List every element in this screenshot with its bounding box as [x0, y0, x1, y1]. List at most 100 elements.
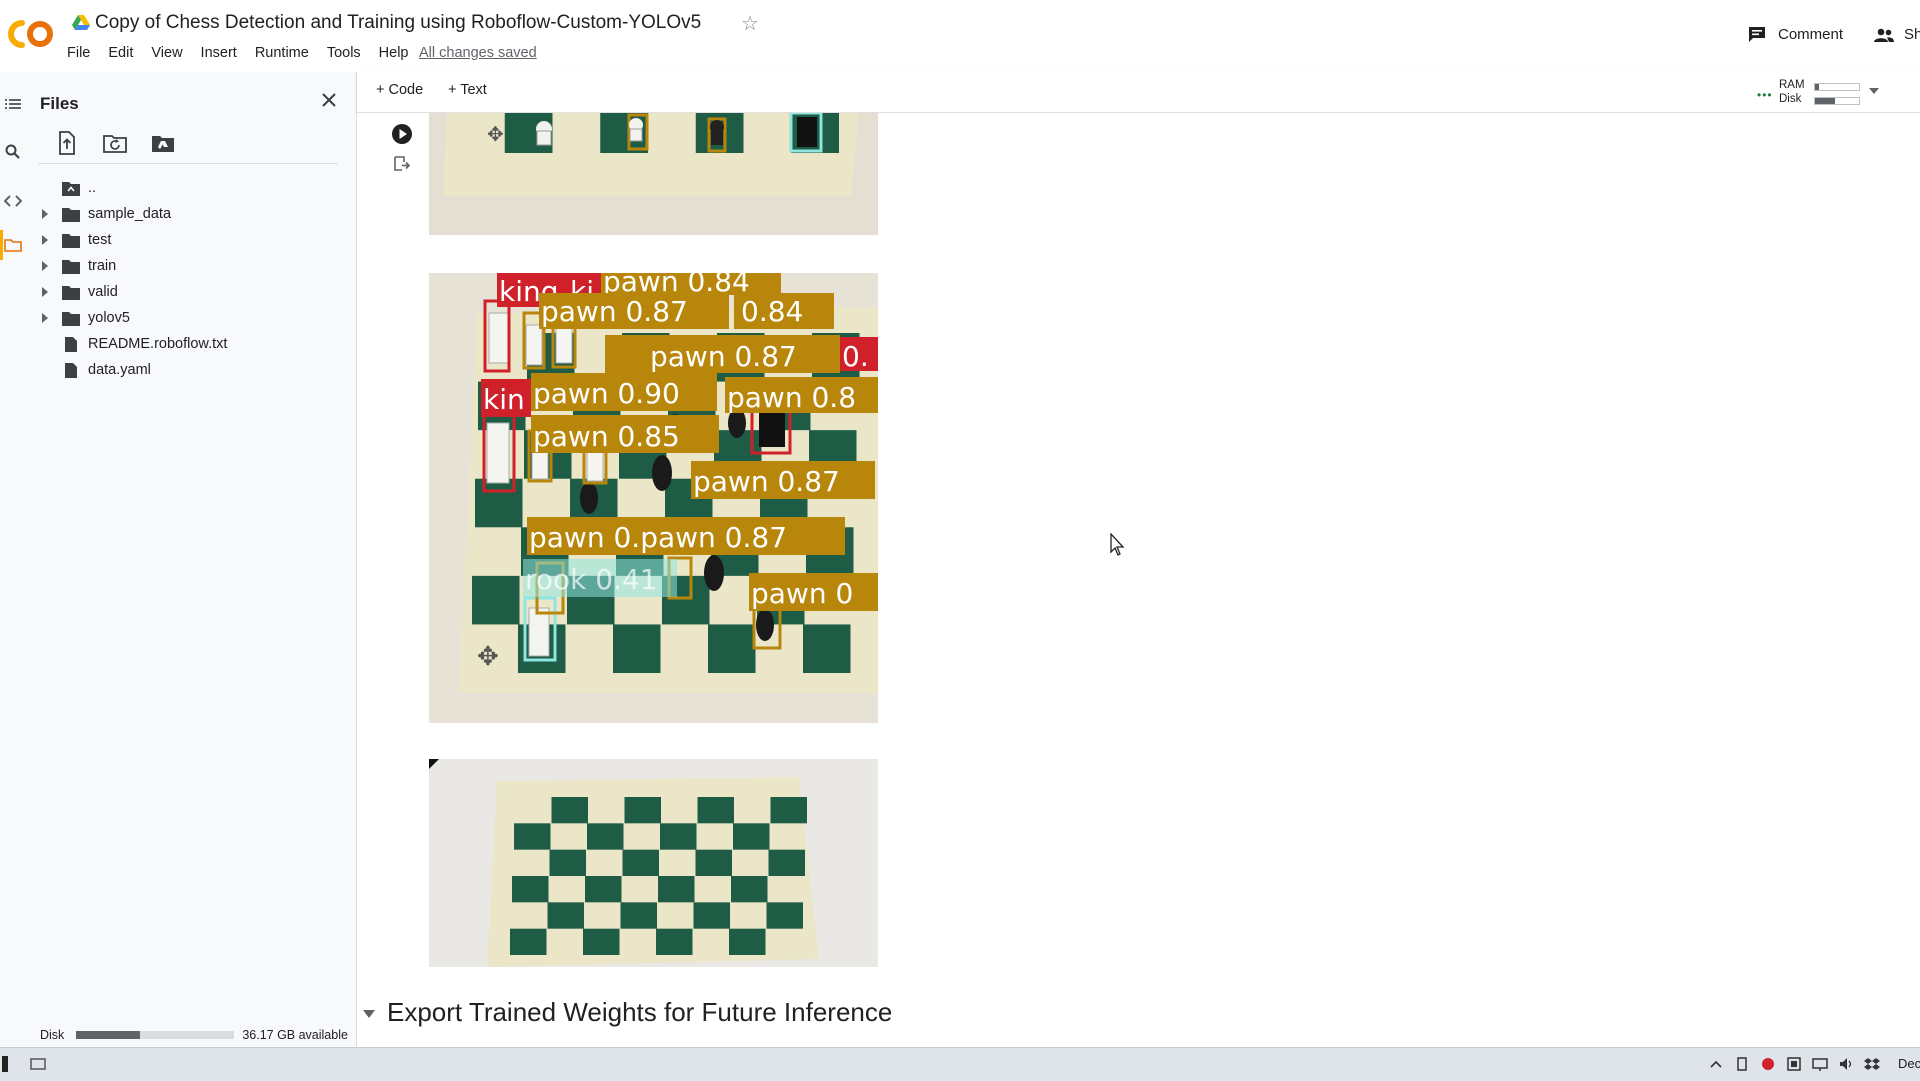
file-tree-item[interactable]: test [36, 228, 336, 254]
board-square [697, 797, 734, 824]
detection-label-pawn: pawn 0.87 [650, 340, 797, 373]
tray-window-icon[interactable] [1786, 1056, 1802, 1072]
file-name: sample_data [88, 206, 172, 222]
detection-label-pawn: pawn 0.85 [533, 420, 680, 453]
disk-resource-bar [1814, 97, 1860, 105]
folder-icon [62, 208, 80, 222]
files-panel-title: Files [40, 94, 79, 113]
menu-file[interactable]: File [67, 45, 90, 61]
output-image-empty-board [429, 759, 878, 967]
expand-arrow-icon[interactable] [42, 209, 48, 219]
menu-runtime[interactable]: Runtime [255, 45, 309, 61]
menu-edit[interactable]: Edit [108, 45, 133, 61]
board-square [587, 823, 624, 850]
menu-view[interactable]: View [151, 45, 182, 61]
files-toolbar-divider [38, 163, 338, 164]
files-toolbar [54, 130, 198, 156]
board-square [729, 928, 766, 955]
detection-label-pawn: pawn 0.8 [727, 381, 856, 414]
board-square [660, 823, 697, 850]
move-arrows-icon: ✥ [477, 642, 499, 672]
star-icon[interactable]: ☆ [741, 11, 759, 36]
detection-label-king: 0. [842, 340, 869, 373]
refresh-folder-icon[interactable] [102, 130, 128, 156]
menu-insert[interactable]: Insert [201, 45, 237, 61]
ram-bar [1814, 83, 1860, 91]
notebook-content: ✥ king ki pawn 0.84 pawn 0.87 0.84 pawn … [357, 113, 1920, 1047]
board-square [622, 849, 659, 876]
file-tree-item[interactable]: .. [36, 176, 336, 202]
dropbox-icon[interactable] [1864, 1056, 1880, 1072]
detection-label-rook: rook 0.41 [525, 563, 658, 596]
menu-tools[interactable]: Tools [327, 45, 361, 61]
board-square [624, 797, 661, 824]
files-panel: Files .. sample_datatest train valid yolov5 R… [26, 72, 357, 1047]
close-icon[interactable] [319, 90, 339, 110]
network-icon[interactable] [1812, 1056, 1828, 1072]
folder-icon [62, 312, 80, 326]
resources-indicator[interactable]: ••• RAM Disk [1757, 76, 1877, 108]
board-square [613, 624, 661, 673]
board-square [514, 823, 551, 850]
os-taskbar: Dec [0, 1047, 1920, 1081]
tray-record-icon[interactable] [1760, 1056, 1776, 1072]
board-square [768, 849, 805, 876]
section-header[interactable]: Export Trained Weights for Future Infere… [363, 997, 892, 1028]
board-square [695, 849, 732, 876]
run-cell-icon[interactable] [391, 123, 413, 145]
output-actions-icon[interactable] [393, 155, 411, 173]
chevron-up-icon[interactable] [1708, 1056, 1724, 1072]
board-square [731, 876, 768, 903]
tray-device-icon[interactable] [1734, 1056, 1750, 1072]
file-tree: .. sample_datatest train valid yolov5 README.… [36, 176, 336, 384]
add-code-button[interactable]: + Code [376, 82, 423, 98]
move-arrows-icon: ✥ [487, 122, 504, 146]
expand-arrow-icon[interactable] [42, 313, 48, 323]
board-square [549, 849, 586, 876]
board-square [693, 902, 730, 929]
board-square [658, 876, 695, 903]
expand-arrow-icon[interactable] [42, 287, 48, 297]
board-square [708, 624, 756, 673]
file-tree-item[interactable]: sample_data [36, 202, 336, 228]
disk-label: Disk [40, 1028, 65, 1042]
disk-resource-fill [1815, 98, 1835, 104]
file-tree-item[interactable]: valid [36, 280, 336, 306]
colab-logo[interactable] [6, 18, 58, 50]
comment-button[interactable]: Comment [1748, 26, 1843, 43]
detection-label-pawn: pawn 0.90 [533, 377, 680, 410]
file-tree-item[interactable]: yolov5 [36, 306, 336, 332]
ram-label: RAM [1779, 79, 1805, 91]
folder-icon [62, 234, 80, 248]
output-image-board-partial: ✥ [429, 113, 878, 235]
menu-help[interactable]: Help [379, 45, 409, 61]
table-of-contents-icon[interactable] [4, 95, 22, 113]
save-status-link[interactable]: All changes saved [419, 45, 537, 61]
code-snippets-icon[interactable] [4, 192, 22, 210]
notebook-title[interactable]: Copy of Chess Detection and Training usi… [95, 12, 701, 34]
folder-icon[interactable] [4, 236, 22, 254]
taskbar-app-icon[interactable] [30, 1056, 46, 1072]
file-tree-item[interactable]: README.roboflow.txt [36, 332, 336, 358]
search-icon[interactable] [4, 143, 22, 161]
file-tree-item[interactable]: data.yaml [36, 358, 336, 384]
file-tree-item[interactable]: train [36, 254, 336, 280]
mouse-cursor-icon [1110, 533, 1125, 556]
chevron-down-icon[interactable] [1869, 88, 1879, 94]
start-icon[interactable] [2, 1056, 8, 1072]
board-square [512, 876, 549, 903]
collapse-caret-icon[interactable] [363, 1009, 375, 1018]
board-square [472, 575, 520, 625]
people-icon [1874, 28, 1894, 42]
upload-file-icon[interactable] [54, 130, 80, 156]
board-square [733, 823, 770, 850]
board-square [620, 902, 657, 929]
folder-icon [62, 260, 80, 274]
expand-arrow-icon[interactable] [42, 261, 48, 271]
mount-drive-icon[interactable] [150, 130, 176, 156]
share-button[interactable]: Sh [1874, 26, 1920, 43]
expand-arrow-icon[interactable] [42, 235, 48, 245]
add-text-button[interactable]: + Text [448, 82, 487, 98]
volume-icon[interactable] [1838, 1056, 1854, 1072]
board-square [547, 902, 584, 929]
